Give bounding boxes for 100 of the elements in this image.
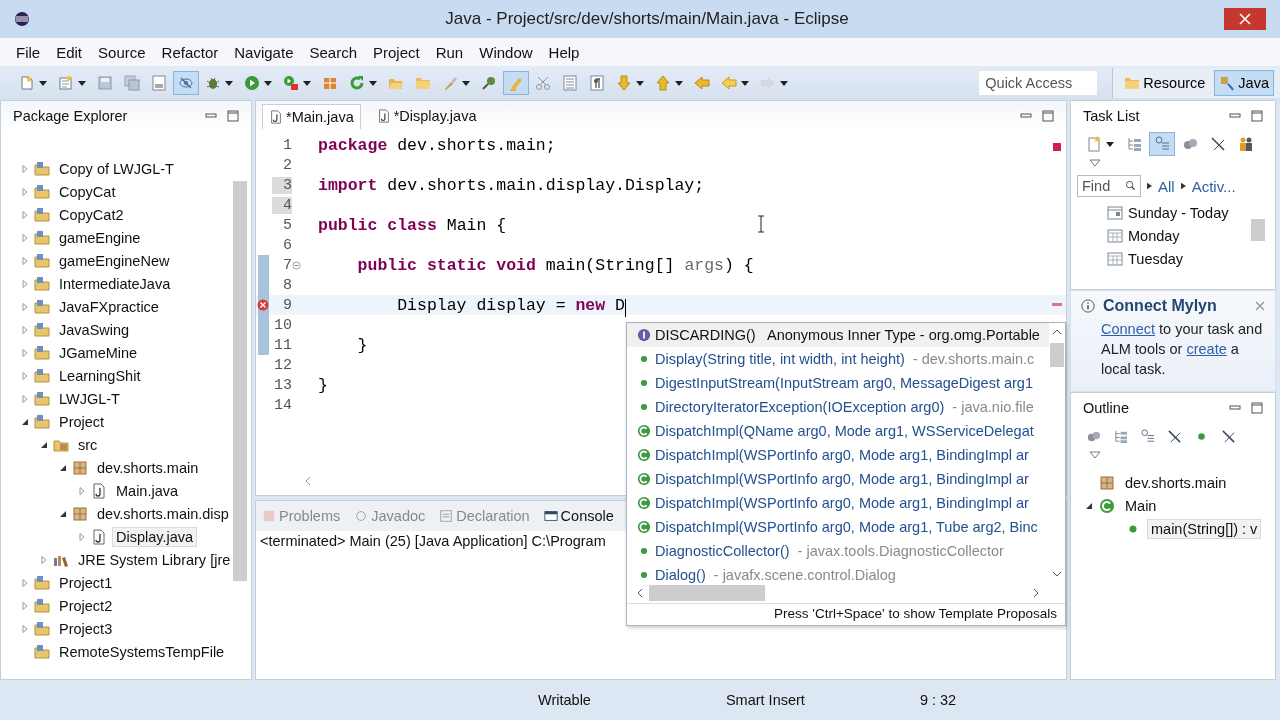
collapsed-arrow-icon[interactable]: [21, 578, 29, 587]
view-menu-icon[interactable]: [1089, 159, 1101, 167]
filter-link[interactable]: All: [1158, 177, 1175, 195]
menu-item[interactable]: Source: [90, 43, 154, 61]
proposal-item[interactable]: DispatchImpl(QName arg0, Mode arg1, WSServiceDelegat: [627, 419, 1049, 443]
collapsed-arrow-icon[interactable]: [21, 210, 29, 219]
expanded-arrow-icon[interactable]: [21, 417, 29, 426]
menu-item[interactable]: File: [8, 43, 49, 61]
collapsed-arrow-icon[interactable]: [78, 486, 86, 495]
scroll-left-icon[interactable]: [637, 588, 643, 598]
outline-item[interactable]: main(String[]) : v: [1147, 518, 1262, 539]
scroll-up-icon[interactable]: [1052, 329, 1062, 335]
tree-item[interactable]: Copy of LWJGL-T: [55, 158, 178, 179]
menu-item[interactable]: Edit: [48, 43, 91, 61]
tree-item[interactable]: Project1: [55, 572, 117, 593]
proposal-item[interactable]: DISCARDING() Anonymous Inner Type - org.omg.Portable: [627, 323, 1049, 347]
maximize-icon[interactable]: [1042, 110, 1054, 122]
filter-link[interactable]: Activ...: [1191, 177, 1236, 195]
tree-item[interactable]: gameEngineNew: [55, 250, 174, 271]
expanded-arrow-icon[interactable]: [59, 463, 67, 472]
menu-item[interactable]: Refactor: [153, 43, 227, 61]
proposal-item[interactable]: Dialog() - javafx.scene.control.Dialog: [627, 563, 1049, 583]
expanded-arrow-icon[interactable]: [40, 440, 48, 449]
tree-item[interactable]: Display.java: [112, 526, 198, 547]
editor-tab[interactable]: *Display.java: [370, 104, 483, 128]
tree-item[interactable]: RemoteSystemsTempFile: [55, 641, 229, 662]
collapsed-arrow-icon[interactable]: [21, 256, 29, 265]
close-icon[interactable]: [1255, 301, 1265, 311]
scrollbar-thumb[interactable]: [649, 585, 765, 601]
collapsed-arrow-icon[interactable]: [21, 371, 29, 380]
collapsed-arrow-icon[interactable]: [21, 302, 29, 311]
menu-item[interactable]: Project: [365, 43, 428, 61]
collapsed-arrow-icon[interactable]: [21, 624, 29, 633]
tree-item[interactable]: IntermediateJava: [55, 273, 175, 294]
error-overview-marker[interactable]: [1052, 303, 1062, 306]
collapsed-arrow-icon[interactable]: [21, 601, 29, 610]
editor-tab[interactable]: *Main.java: [262, 103, 361, 129]
horizontal-scrollbar[interactable]: [627, 583, 1065, 604]
task-category[interactable]: Tuesday: [1128, 250, 1184, 267]
menu-item[interactable]: Search: [301, 43, 365, 61]
collapsed-arrow-icon[interactable]: [21, 394, 29, 403]
view-tab[interactable]: Outline: [1077, 398, 1135, 418]
collapsed-arrow-icon[interactable]: [40, 555, 48, 564]
quick-access-field[interactable]: Quick Access: [979, 71, 1098, 95]
tree-item[interactable]: JRE System Library [jre: [74, 549, 235, 570]
maximize-icon[interactable]: [1251, 110, 1263, 122]
proposal-item[interactable]: DirectoryIteratorException(IOException arg0) - java.nio.file: [627, 395, 1049, 419]
expanded-arrow-icon[interactable]: [59, 509, 67, 518]
close-button[interactable]: [1224, 8, 1266, 30]
tree-item[interactable]: Project2: [55, 595, 117, 616]
perspective-button[interactable]: Java: [1214, 70, 1274, 96]
task-category[interactable]: Sunday - Today: [1128, 204, 1229, 221]
tree-item[interactable]: JavaSwing: [55, 319, 134, 340]
task-category[interactable]: Monday: [1128, 227, 1180, 244]
tree-item[interactable]: CopyCat: [55, 181, 120, 202]
scroll-down-icon[interactable]: [1052, 571, 1062, 577]
view-tab[interactable]: Console: [543, 508, 614, 524]
collapsed-arrow-icon[interactable]: [21, 164, 29, 173]
tree-item[interactable]: Project3: [55, 618, 117, 639]
maximize-icon[interactable]: [227, 110, 239, 122]
collapsed-arrow-icon[interactable]: [21, 187, 29, 196]
proposal-item[interactable]: DiagnosticCollector() - javax.tools.DiagnosticCollector: [627, 539, 1049, 563]
tree-item[interactable]: LearningShit: [55, 365, 145, 386]
collapsed-arrow-icon[interactable]: [21, 233, 29, 242]
view-menu-icon[interactable]: [1089, 451, 1101, 459]
tree-item[interactable]: gameEngine: [55, 227, 145, 248]
tree-item[interactable]: Main.java: [112, 480, 183, 501]
menu-item[interactable]: Help: [540, 43, 588, 61]
scrollbar[interactable]: [233, 181, 247, 581]
tree-item[interactable]: dev.shorts.main.disp: [93, 503, 233, 524]
collapsed-arrow-icon[interactable]: [21, 325, 29, 334]
outline-item[interactable]: Main: [1121, 495, 1161, 516]
proposal-item[interactable]: DispatchImpl(WSPortInfo arg0, Mode arg1, Tube arg2, Binc: [627, 515, 1049, 539]
tree-item[interactable]: dev.shorts.main: [93, 457, 203, 478]
fold-icon[interactable]: [292, 260, 301, 270]
scroll-right-icon[interactable]: [1033, 588, 1039, 598]
tree-item[interactable]: JavaFXpractice: [55, 296, 163, 317]
proposal-item[interactable]: DispatchImpl(WSPortInfo arg0, Mode arg1, BindingImpl ar: [627, 443, 1049, 467]
link[interactable]: create: [1186, 341, 1227, 357]
view-tab[interactable]: Task List: [1077, 106, 1146, 126]
expanded-arrow-icon[interactable]: [1085, 501, 1093, 510]
proposal-item[interactable]: DigestInputStream(InputStream arg0, MessageDigest arg1: [627, 371, 1049, 395]
menu-item[interactable]: Window: [471, 43, 541, 61]
proposal-item[interactable]: DispatchImpl(WSPortInfo arg0, Mode arg1, BindingImpl ar: [627, 467, 1049, 491]
tree-item[interactable]: CopyCat2: [55, 204, 128, 225]
proposal-item[interactable]: Display(String title, int width, int height) - dev.shorts.main.c: [627, 347, 1049, 371]
outline-item[interactable]: dev.shorts.main: [1121, 472, 1231, 493]
proposal-item[interactable]: DispatchImpl(WSPortInfo arg0, Mode arg1, BindingImpl ar: [627, 491, 1049, 515]
maximize-icon[interactable]: [1251, 402, 1263, 414]
collapsed-arrow-icon[interactable]: [21, 348, 29, 357]
scrollbar[interactable]: [1251, 219, 1265, 241]
menu-item[interactable]: Run: [427, 43, 472, 61]
tree-item[interactable]: JGameMine: [55, 342, 142, 363]
tree-item[interactable]: Project: [55, 411, 109, 432]
find-field[interactable]: Find: [1077, 175, 1141, 197]
menu-item[interactable]: Navigate: [226, 43, 302, 61]
perspective-button[interactable]: Resource: [1119, 70, 1211, 96]
link[interactable]: Connect: [1101, 321, 1155, 337]
collapsed-arrow-icon[interactable]: [21, 279, 29, 288]
tree-item[interactable]: src: [74, 434, 102, 455]
